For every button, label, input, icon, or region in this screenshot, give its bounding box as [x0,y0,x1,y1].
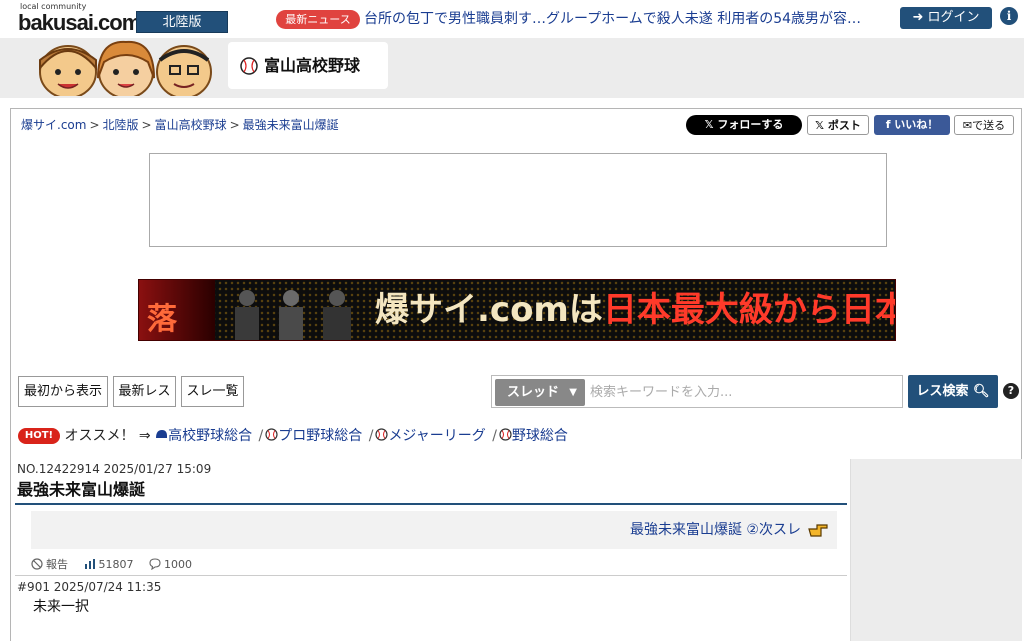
baseball-icon [375,428,389,441]
hot-badge: HOT! [18,428,60,444]
board-title: 富山高校野球 [264,56,361,75]
next-thread-box: 最強未来富山爆誕 ②次スレ [31,511,837,549]
next-thread-link[interactable]: 最強未来富山爆誕 ②次スレ [630,520,801,540]
breadcrumb-item-region[interactable]: 北陸版 [103,118,139,132]
region-badge[interactable]: 北陸版 [136,11,228,33]
title-divider [15,503,847,505]
x-post-button[interactable]: 𝕏 ポスト [807,115,869,135]
views-count: 51807 [84,557,134,573]
recommend-link-hs-baseball[interactable]: 高校野球総合 [168,428,252,444]
helmet-icon [156,430,168,438]
replies-count: 1000 [149,557,192,573]
latest-news-badge: 最新ニュース [276,10,360,29]
thread-title: 最強未来富山爆誕 [17,480,146,499]
board-title-box[interactable]: 富山高校野球 [228,42,388,89]
right-sidebar [850,459,1022,641]
login-button[interactable]: ➜ ログイン [900,7,992,29]
recommend-lead: オススメ！ ⇒ [64,428,151,444]
facebook-like-button[interactable]: f いいね！ [874,115,950,135]
breadcrumb-item-site[interactable]: 爆サイ.com [21,118,86,132]
report-link[interactable]: 報告 [31,557,68,573]
recommend-link-pro-baseball[interactable]: プロ野球総合 [278,428,362,444]
thread-meta: NO.12422914 2025/01/27 15:09 [17,462,212,476]
replies-value: 1000 [164,558,192,571]
promo-left-char: 落 [147,302,177,337]
search-scope-value: スレッド [507,385,560,400]
baseball-icon [499,428,512,441]
board-banner: 富山高校野球 [0,38,1024,98]
chevron-down-icon: ▼ [569,387,577,398]
mascot-faces-illustration [39,40,212,96]
news-ticker-link[interactable]: 台所の包丁で男性職員刺す…グループホームで殺人未遂 利用者の54歳男が容… [364,9,884,29]
search-scope-select[interactable]: スレッド ▼ [495,379,585,406]
login-label: ログイン [927,10,980,25]
bar-chart-icon [84,559,95,569]
baseball-icon [265,428,278,441]
ad-placeholder[interactable] [149,153,887,247]
breadcrumb-item-board[interactable]: 富山高校野球 [155,118,227,132]
top-header: local community bakusai.com 北陸版 最新ニュース 台… [0,0,1024,38]
stats-divider [15,575,847,576]
search-icon: 🔍︎ [973,384,990,399]
breadcrumb: 爆サイ.com > 北陸版 > 富山高校野球 > 最強未来富山爆誕 [21,118,339,132]
reply-search-button[interactable]: レス検索 🔍︎ [908,375,998,408]
views-value: 51807 [98,558,134,571]
report-label: 報告 [46,558,68,571]
report-icon [31,558,43,570]
post-meta: #901 2025/07/24 11:35 [17,580,162,594]
breadcrumb-item-thread[interactable]: 最強未来富山爆誕 [243,118,339,132]
x-follow-button[interactable]: 𝕏 フォローする [686,115,802,135]
promo-banner[interactable]: 落 爆サイ.comは日本最大級から日本最大 [138,279,896,341]
recommend-link-mlb[interactable]: メジャーリーグ [388,428,485,444]
recommend-row: HOT! オススメ！ ⇒ 高校野球総合 / プロ野球総合 / メジャーリーグ / 野球… [18,426,568,446]
logo-wordmark: bakusai.com [18,10,141,35]
pointing-hand-icon [808,524,828,537]
search-box: スレッド ▼ [491,375,903,408]
promo-slogan: 爆サイ.comは日本最大級から日本最大 [375,290,895,330]
post-body: 未来一択 [33,599,89,615]
thread-list-button[interactable]: スレ一覧 [181,376,244,407]
thread-area: NO.12422914 2025/01/27 15:09 最強未来富山爆誕 最強… [11,459,847,641]
promo-left-panel: 落 [139,280,215,340]
thread-stats: 報告 51807 1000 [31,557,204,573]
reply-search-label: レス検索 [916,384,969,399]
baseball-icon [240,57,258,75]
info-icon[interactable]: i [1000,7,1018,25]
show-from-start-button[interactable]: 最初から表示 [18,376,108,407]
login-icon: ➜ [912,10,924,25]
help-icon[interactable]: ? [1003,383,1019,399]
site-logo[interactable]: local community bakusai.com [18,2,141,36]
latest-replies-button[interactable]: 最新レス [113,376,176,407]
mail-send-button[interactable]: ✉で送る [954,115,1014,135]
recommend-link-baseball-general[interactable]: 野球総合 [512,428,568,444]
speech-bubble-icon [149,558,161,570]
promo-people-silhouettes [235,290,351,340]
main-content-frame: 爆サイ.com > 北陸版 > 富山高校野球 > 最強未来富山爆誕 𝕏 フォローする 𝕏 ポ… [10,108,1022,641]
search-input[interactable] [590,379,898,406]
